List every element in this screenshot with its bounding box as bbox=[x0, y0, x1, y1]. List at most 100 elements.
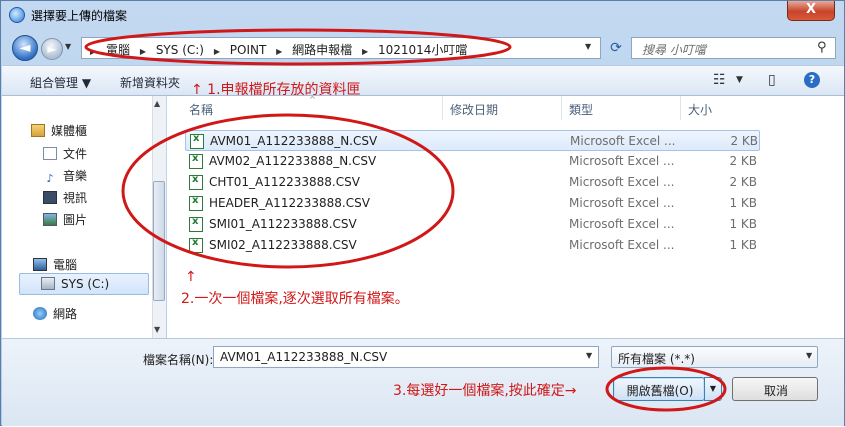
cancel-button-label: 取消 bbox=[763, 384, 788, 398]
filename-dropdown-icon[interactable]: ▼ bbox=[586, 351, 592, 360]
help-icon[interactable]: ? bbox=[804, 72, 820, 88]
filename-label: 檔案名稱(N): bbox=[143, 353, 214, 367]
column-header-type[interactable]: 類型 bbox=[569, 101, 593, 118]
sidebar-scroll-thumb[interactable] bbox=[153, 181, 165, 301]
column-divider[interactable] bbox=[442, 96, 443, 120]
column-divider[interactable] bbox=[561, 96, 562, 120]
new-folder-button[interactable]: 新增資料夾 bbox=[120, 74, 180, 91]
sidebar-item-label: 媒體櫃 bbox=[51, 124, 88, 138]
open-button-label: 開啟舊檔(O) bbox=[626, 384, 694, 398]
filename-value: AVM01_A112233888_N.CSV bbox=[220, 350, 388, 364]
search-icon[interactable]: ⚲ bbox=[817, 40, 827, 55]
file-type: Microsoft Excel ... bbox=[569, 217, 675, 231]
annotation-confirm: 3.每選好一個檔案,按此確定→ bbox=[393, 383, 577, 399]
sidebar-item-label: 網路 bbox=[53, 307, 78, 321]
scroll-up-icon[interactable]: ▲ bbox=[154, 99, 160, 108]
recent-pages-chevron-icon[interactable]: ▼ bbox=[65, 42, 71, 51]
file-name: AVM01_A112233888_N.CSV bbox=[210, 134, 378, 148]
column-header-name[interactable]: 名稱 bbox=[189, 101, 213, 118]
file-type: Microsoft Excel ... bbox=[569, 196, 675, 210]
address-dropdown-icon[interactable]: ▼ bbox=[585, 42, 591, 51]
breadcrumb-drive[interactable]: SYS (C:) bbox=[156, 43, 204, 57]
filetype-value: 所有檔案 (*.*) bbox=[618, 352, 695, 366]
pictures-icon bbox=[43, 213, 57, 226]
search-input[interactable]: 搜尋 小叮噹 ⚲ bbox=[631, 37, 836, 59]
excel-file-icon bbox=[189, 237, 203, 253]
address-bar[interactable]: ▶ 電腦 ▶ SYS (C:) ▶ POINT ▶ 網路申報檔 ▶ 102101… bbox=[81, 37, 601, 59]
filename-field[interactable]: AVM01_A112233888_N.CSV bbox=[213, 346, 599, 368]
file-type: Microsoft Excel ... bbox=[569, 175, 675, 189]
sidebar-item-label: 電腦 bbox=[53, 258, 78, 272]
annotation-select-files: 2.一次一個檔案,逐次選取所有檔案。 bbox=[181, 291, 409, 307]
breadcrumb: ▶ 電腦 ▶ SYS (C:) ▶ POINT ▶ 網路申報檔 ▶ 102101… bbox=[90, 41, 473, 58]
excel-file-icon bbox=[189, 174, 203, 190]
title-bar: 選擇要上傳的檔案 X bbox=[1, 1, 845, 29]
breadcrumb-separator-icon[interactable]: ▶ bbox=[140, 47, 146, 56]
file-row[interactable]: SMI02_A112233888.CSV Microsoft Excel ...… bbox=[185, 235, 760, 256]
cancel-button[interactable]: 取消 bbox=[732, 377, 818, 401]
library-icon bbox=[31, 124, 45, 137]
file-name: AVM02_A112233888_N.CSV bbox=[209, 154, 377, 168]
filetype-select[interactable]: 所有檔案 (*.*) bbox=[611, 346, 818, 368]
video-icon bbox=[43, 191, 57, 204]
sidebar-item-pictures[interactable]: 圖片 bbox=[43, 211, 87, 228]
file-type: Microsoft Excel ... bbox=[570, 134, 676, 148]
excel-file-icon bbox=[189, 153, 203, 169]
refresh-icon[interactable]: ⟳ bbox=[605, 37, 627, 59]
computer-icon bbox=[33, 258, 47, 271]
sidebar-item-video[interactable]: 視訊 bbox=[43, 189, 87, 206]
breadcrumb-current-folder[interactable]: 1021014小叮噹 bbox=[378, 43, 467, 57]
preview-pane-icon[interactable]: ▯ bbox=[768, 72, 776, 88]
column-divider[interactable] bbox=[680, 96, 681, 120]
excel-file-icon bbox=[189, 195, 203, 211]
file-size: 2 KB bbox=[729, 175, 757, 189]
view-options-icon[interactable]: ☷ bbox=[713, 72, 726, 88]
file-size: 2 KB bbox=[730, 134, 758, 148]
sidebar-item-network[interactable]: 網路 bbox=[33, 305, 77, 322]
sidebar-item-sys-drive[interactable]: SYS (C:) bbox=[41, 277, 109, 291]
file-row[interactable]: SMI01_A112233888.CSV Microsoft Excel ...… bbox=[185, 214, 760, 235]
sidebar-item-documents[interactable]: 文件 bbox=[43, 145, 87, 162]
sort-indicator-icon: ^ bbox=[309, 95, 316, 104]
scroll-down-icon[interactable]: ▼ bbox=[154, 325, 160, 334]
file-type: Microsoft Excel ... bbox=[569, 154, 675, 168]
file-row[interactable]: AVM01_A112233888_N.CSV Microsoft Excel .… bbox=[185, 130, 760, 151]
window-title: 選擇要上傳的檔案 bbox=[31, 9, 128, 23]
file-row[interactable]: HEADER_A112233888.CSV Microsoft Excel ..… bbox=[185, 193, 760, 214]
file-size: 1 KB bbox=[729, 217, 757, 231]
file-size: 1 KB bbox=[729, 196, 757, 210]
drive-icon bbox=[41, 277, 55, 290]
breadcrumb-separator-icon[interactable]: ▶ bbox=[276, 47, 282, 56]
sidebar-item-computer[interactable]: 電腦 bbox=[33, 256, 77, 273]
search-placeholder: 搜尋 小叮噹 bbox=[642, 43, 706, 57]
sidebar-item-music[interactable]: ♪ 音樂 bbox=[43, 167, 87, 186]
column-header-modified[interactable]: 修改日期 bbox=[450, 101, 498, 118]
sidebar-item-label: SYS (C:) bbox=[61, 277, 110, 291]
breadcrumb-separator-icon[interactable]: ▶ bbox=[214, 47, 220, 56]
file-row[interactable]: AVM02_A112233888_N.CSV Microsoft Excel .… bbox=[185, 151, 760, 172]
open-options-dropdown-icon[interactable]: ▼ bbox=[704, 377, 722, 401]
forward-button[interactable]: ► bbox=[41, 38, 63, 60]
music-icon: ♪ bbox=[43, 173, 57, 186]
close-button[interactable]: X bbox=[787, 1, 835, 21]
file-row[interactable]: CHT01_A112233888.CSV Microsoft Excel ...… bbox=[185, 172, 760, 193]
breadcrumb-network-filing[interactable]: 網路申報檔 bbox=[292, 43, 352, 57]
breadcrumb-separator-icon[interactable]: ▶ bbox=[362, 47, 368, 56]
excel-file-icon bbox=[189, 216, 203, 232]
back-button[interactable]: ◄ bbox=[12, 35, 38, 61]
sidebar-item-label: 圖片 bbox=[63, 213, 88, 227]
file-name: SMI02_A112233888.CSV bbox=[209, 238, 357, 252]
file-name: HEADER_A112233888.CSV bbox=[209, 196, 370, 210]
filetype-dropdown-icon[interactable]: ▼ bbox=[806, 351, 812, 360]
file-dialog: 選擇要上傳的檔案 X ◄ ► ▼ ▶ 電腦 ▶ SYS (C:) ▶ POINT… bbox=[0, 0, 845, 426]
open-button[interactable]: 開啟舊檔(O) bbox=[613, 377, 705, 401]
breadcrumb-point[interactable]: POINT bbox=[230, 43, 267, 57]
organize-button[interactable]: 組合管理 ▼ bbox=[30, 74, 91, 91]
sidebar-item-label: 音樂 bbox=[63, 169, 88, 183]
breadcrumb-separator-icon[interactable]: ▶ bbox=[90, 47, 96, 56]
file-size: 2 KB bbox=[729, 154, 757, 168]
sidebar-item-library[interactable]: 媒體櫃 bbox=[31, 122, 87, 139]
column-header-size[interactable]: 大小 bbox=[688, 101, 712, 118]
breadcrumb-computer[interactable]: 電腦 bbox=[106, 43, 130, 57]
view-dropdown-icon[interactable]: ▼ bbox=[736, 75, 743, 85]
